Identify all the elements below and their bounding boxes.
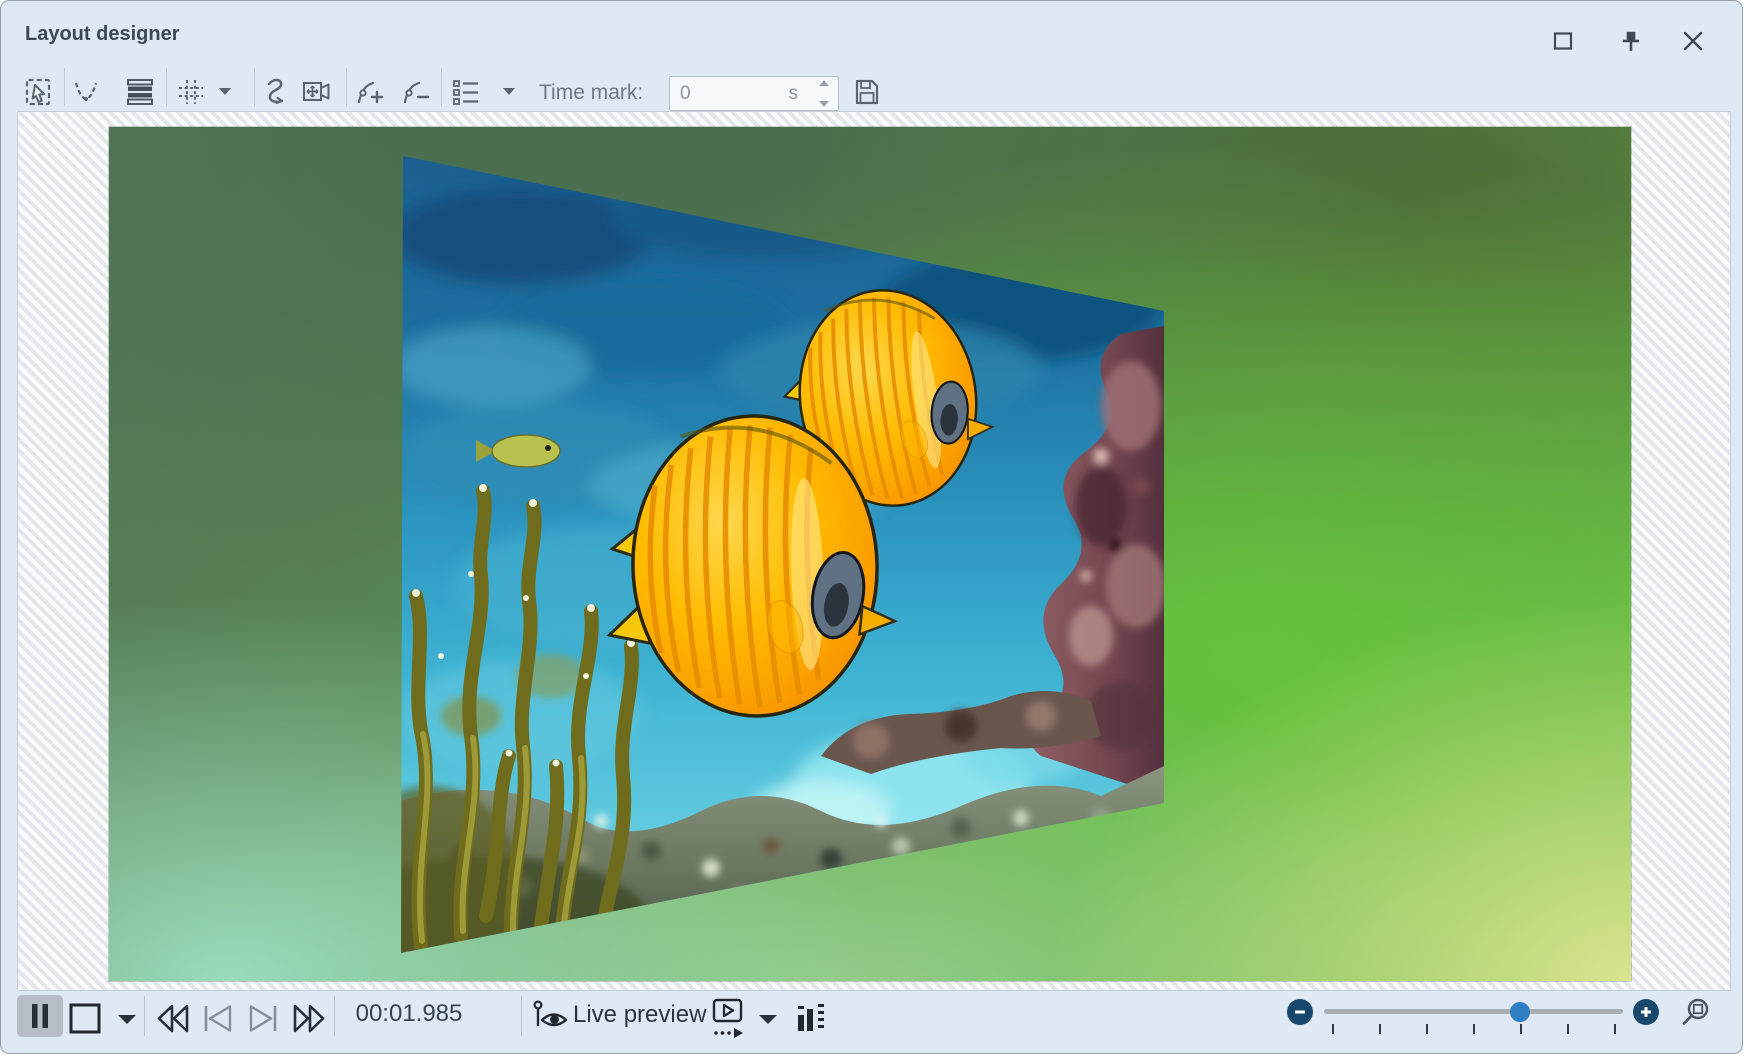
slider-tick — [1332, 1024, 1334, 1034]
toolbar-separator — [441, 68, 442, 106]
slider-tick — [1567, 1024, 1569, 1034]
select-objects-icon[interactable] — [23, 75, 55, 109]
time-mark-input[interactable]: 0 s — [669, 76, 839, 111]
minus-icon — [1292, 1004, 1308, 1020]
keyframe-list-caret-icon[interactable] — [501, 85, 517, 97]
maximize-button[interactable] — [1549, 27, 1577, 55]
pin-icon — [1618, 28, 1644, 54]
toolbar-separator — [64, 68, 65, 106]
maximize-icon — [1551, 29, 1575, 53]
time-mark-label: Time mark: — [539, 81, 643, 105]
zoom-out-button[interactable] — [1287, 999, 1313, 1025]
spinner-up-icon[interactable] — [819, 80, 829, 87]
slider-tick — [1426, 1024, 1428, 1034]
skip-to-start-button[interactable] — [201, 1004, 235, 1033]
skip-to-end-button[interactable] — [246, 1004, 280, 1033]
slider-tick — [1520, 1024, 1522, 1034]
toolbar: Time mark: 0 s — [1, 59, 1742, 111]
bar-separator — [144, 996, 145, 1036]
bar-separator — [334, 996, 335, 1036]
add-keyframe-icon[interactable] — [354, 75, 386, 109]
slider-tick — [1614, 1024, 1616, 1034]
preview-options-caret-icon[interactable] — [758, 1013, 778, 1025]
zoom-slider-track[interactable] — [1324, 1009, 1623, 1014]
fast-forward-button[interactable] — [291, 1003, 327, 1034]
layout-item-image[interactable] — [401, 156, 1164, 953]
zoom-in-button[interactable] — [1633, 999, 1659, 1025]
slider-tick — [1473, 1024, 1475, 1034]
toolbar-separator — [166, 68, 167, 106]
motion-path-icon[interactable] — [262, 75, 294, 109]
spinner-down-icon[interactable] — [819, 100, 829, 107]
time-mark-spinner[interactable] — [814, 80, 834, 107]
pause-icon — [28, 1003, 52, 1029]
rewind-button[interactable] — [155, 1003, 191, 1034]
grid-options-caret-icon[interactable] — [217, 85, 233, 97]
time-mark-value: 0 — [680, 83, 691, 105]
layout-designer-window: Layout designer — [0, 0, 1743, 1054]
playback-bar: 00:01.985 Live preview — [1, 991, 1742, 1054]
layout-canvas[interactable] — [109, 127, 1631, 981]
zoom-slider-thumb[interactable] — [1510, 1002, 1530, 1022]
preview-window-icon[interactable] — [707, 997, 749, 1043]
save-layout-icon[interactable] — [851, 75, 883, 109]
toolbar-separator — [254, 68, 255, 106]
window-title: Layout designer — [25, 23, 179, 46]
underwater-photo — [401, 156, 1164, 953]
title-bar[interactable]: Layout designer — [1, 1, 1742, 59]
close-button[interactable] — [1679, 27, 1707, 55]
edit-path-points-icon[interactable] — [70, 75, 102, 109]
current-time: 00:01.985 — [346, 1000, 472, 1028]
toolbar-separator — [346, 68, 347, 106]
slider-tick — [1379, 1024, 1381, 1034]
statistics-icon[interactable] — [795, 999, 827, 1037]
live-preview-label[interactable]: Live preview — [573, 1001, 706, 1029]
remove-keyframe-icon[interactable] — [400, 75, 432, 109]
designer-workspace — [17, 111, 1731, 991]
plus-icon — [1638, 1004, 1654, 1020]
live-preview-icon[interactable] — [531, 998, 569, 1036]
camera-pan-icon[interactable] — [301, 75, 333, 109]
stop-button[interactable] — [65, 999, 105, 1039]
keyframe-list-icon[interactable] — [450, 75, 482, 109]
pin-button[interactable] — [1617, 27, 1645, 55]
pause-button[interactable] — [17, 995, 63, 1037]
close-icon — [1681, 29, 1705, 53]
playback-options-caret-icon[interactable] — [117, 1013, 137, 1025]
arrange-layers-icon[interactable] — [124, 75, 156, 109]
zoom-fit-button[interactable] — [1679, 996, 1711, 1030]
grid-icon[interactable] — [175, 75, 207, 109]
bar-separator — [521, 996, 522, 1036]
time-mark-unit: s — [789, 83, 799, 105]
